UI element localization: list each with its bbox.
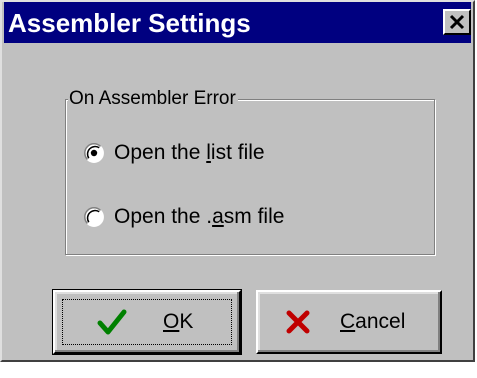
- close-button[interactable]: [443, 9, 471, 35]
- ok-button-label: OK: [163, 310, 194, 333]
- x-mark-icon: [286, 310, 310, 334]
- window-title: Assembler Settings: [8, 8, 251, 38]
- radio-open-asm-file[interactable]: Open the .asm file: [84, 204, 284, 230]
- assembler-settings-dialog: Assembler Settings On Assembler Error Op…: [0, 0, 475, 362]
- ok-button[interactable]: OK: [52, 289, 242, 355]
- groupbox-label: On Assembler Error: [68, 88, 238, 110]
- radio-label-asm-file: Open the .asm file: [114, 205, 285, 228]
- radio-button-selected[interactable]: [84, 143, 104, 163]
- radio-open-list-file[interactable]: Open the list file: [84, 140, 265, 166]
- focus-rectangle: [62, 299, 232, 345]
- checkmark-icon: [97, 309, 127, 335]
- close-icon: [449, 14, 465, 30]
- radio-label-list-file: Open the list file: [114, 141, 265, 164]
- title-bar: Assembler Settings: [4, 2, 471, 43]
- cancel-button[interactable]: Cancel: [256, 290, 442, 354]
- assembler-error-groupbox: [65, 99, 435, 255]
- radio-button-unselected[interactable]: [84, 207, 104, 227]
- cancel-button-label: Cancel: [340, 310, 406, 333]
